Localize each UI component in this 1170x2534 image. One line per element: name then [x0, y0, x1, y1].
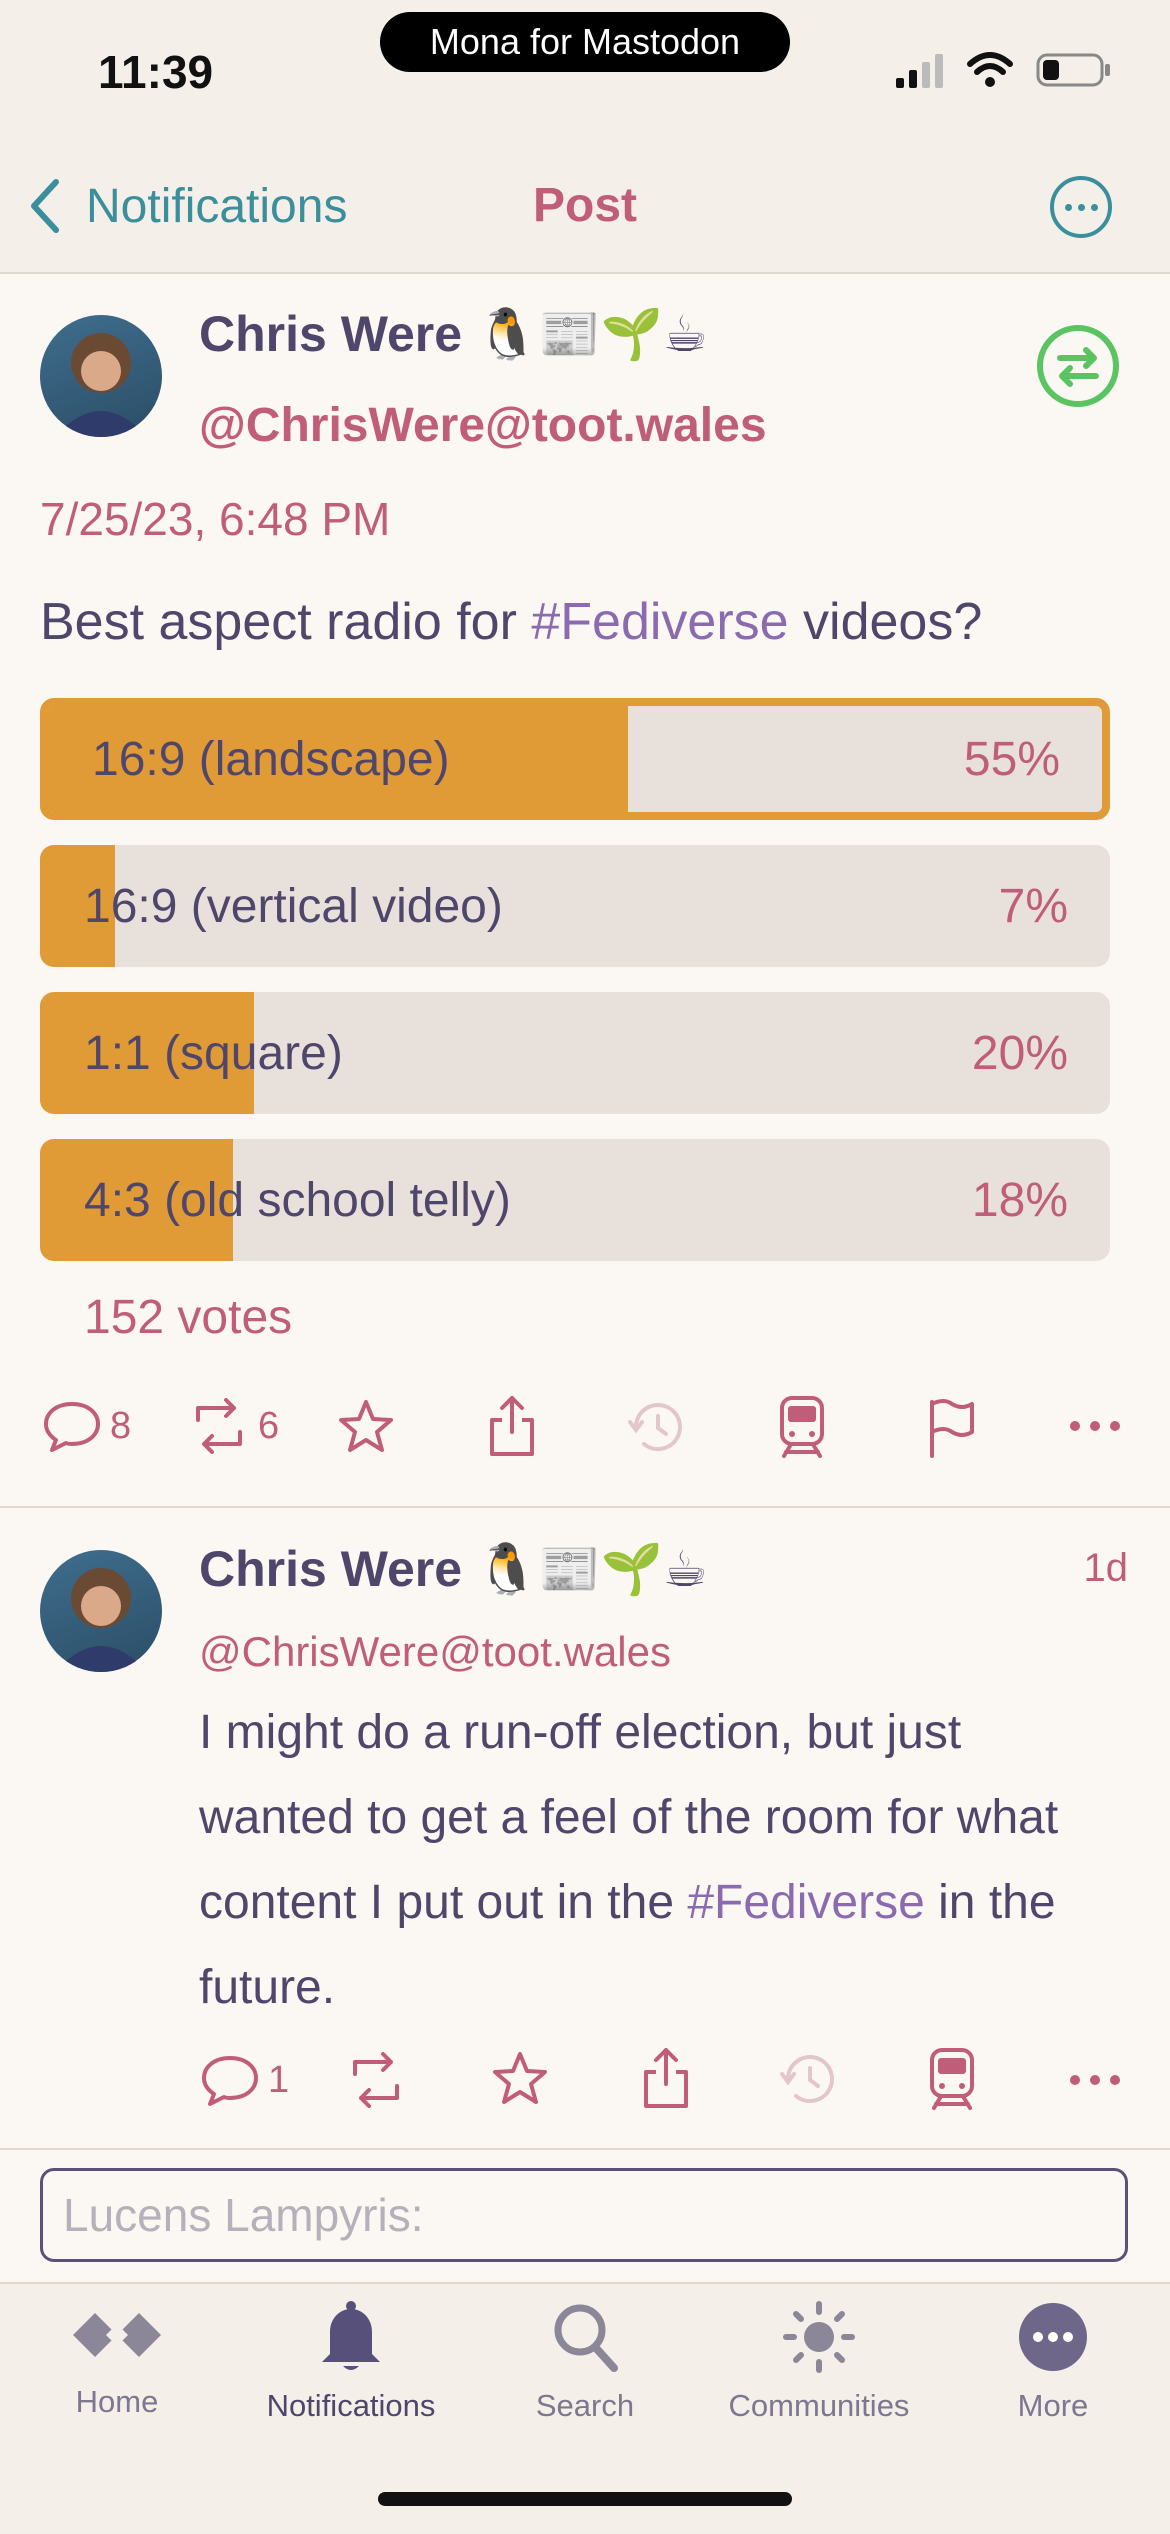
avatar-image	[55, 333, 147, 437]
poll-option-percent: 7%	[998, 879, 1068, 933]
reply-content: I might do a run-off election, but just …	[199, 1690, 1119, 2030]
boost-button[interactable]: 6	[188, 1398, 279, 1454]
battery-icon	[1036, 53, 1110, 87]
avatar[interactable]	[40, 315, 162, 437]
reply-author-handle[interactable]: @ChrisWere@toot.wales	[199, 1628, 671, 1676]
boost-indicator-icon	[1037, 325, 1119, 407]
poll-option[interactable]: 16:9 (landscape) 55%	[40, 698, 1110, 820]
poll-option-percent: 55%	[963, 732, 1060, 786]
poll-option-label: 16:9 (landscape)	[92, 732, 450, 786]
status-icons	[894, 52, 1112, 88]
history-icon[interactable]	[780, 2050, 840, 2110]
poll-option[interactable]: 4:3 (old school telly) 18%	[40, 1139, 1110, 1261]
reply-icon	[202, 2056, 258, 2106]
history-icon[interactable]	[628, 1398, 688, 1458]
poll-option-label: 4:3 (old school telly)	[84, 1173, 511, 1227]
boost-icon	[196, 1398, 242, 1454]
dot	[1090, 203, 1098, 211]
more-icon	[1019, 2303, 1087, 2371]
poll-vote-count: 152 votes	[84, 1291, 293, 1344]
favorite-icon[interactable]	[490, 2050, 550, 2108]
post-content: Best aspect radio for #Fediverse videos?	[40, 592, 982, 652]
sun-icon	[783, 2301, 855, 2373]
boost-count: 6	[258, 1404, 280, 1447]
dot	[1077, 203, 1085, 211]
compose-input[interactable]	[43, 2171, 1125, 2259]
tab-home[interactable]: Home	[0, 2300, 234, 2420]
author-name[interactable]: Chris Were 🐧📰🌱☕	[199, 305, 708, 364]
reply-count: 8	[110, 1404, 132, 1447]
wifi-icon	[967, 52, 1013, 87]
app-pill-label: Mona for Mastodon	[429, 21, 741, 62]
tab-label: Notifications	[266, 2388, 436, 2423]
bell-icon	[322, 2301, 380, 2370]
author-handle[interactable]: @ChrisWere@toot.wales	[199, 398, 767, 453]
status-time: 11:39	[98, 46, 214, 98]
reply-button[interactable]: 1	[200, 2052, 289, 2108]
page-title: Post	[532, 179, 637, 232]
poll-option-label: 1:1 (square)	[84, 1026, 343, 1080]
share-icon[interactable]	[484, 1394, 540, 1458]
divider	[0, 2148, 1170, 2150]
divider	[0, 1506, 1170, 1508]
more-actions-icon[interactable]	[1068, 2072, 1122, 2088]
more-options-button[interactable]	[1050, 176, 1112, 238]
poll-option-percent: 18%	[971, 1173, 1068, 1227]
tab-communities[interactable]: Communities	[702, 2300, 936, 2424]
home-indicator	[378, 2492, 792, 2506]
poll-option[interactable]: 16:9 (vertical video) 7%	[40, 845, 1110, 967]
share-icon[interactable]	[638, 2046, 694, 2110]
boost-icon[interactable]	[345, 2052, 407, 2108]
train-icon[interactable]	[776, 1394, 828, 1460]
reply-icon	[44, 1402, 100, 1452]
post-date: 7/25/23, 6:48 PM	[40, 493, 391, 545]
reply-count: 1	[268, 2058, 290, 2101]
tab-notifications[interactable]: Notifications	[234, 2300, 468, 2424]
tab-more[interactable]: More	[936, 2300, 1170, 2424]
app-pill: Mona for Mastodon	[380, 12, 790, 72]
train-icon[interactable]	[926, 2046, 978, 2112]
report-flag-icon[interactable]	[926, 1398, 976, 1458]
reply-author-name[interactable]: Chris Were 🐧📰🌱☕	[199, 1540, 708, 1599]
post-text: videos?	[788, 593, 983, 651]
poll-option-percent: 20%	[971, 1026, 1068, 1080]
avatar-image	[55, 1568, 147, 1672]
home-icon	[73, 2313, 161, 2357]
post-text: Best aspect radio for	[40, 593, 532, 651]
tab-label: More	[1017, 2388, 1089, 2423]
signal-icon	[896, 54, 943, 88]
tab-label: Home	[75, 2384, 159, 2419]
reply-timestamp: 1d	[1083, 1546, 1129, 1590]
poll-option[interactable]: 1:1 (square) 20%	[40, 992, 1110, 1114]
tab-search[interactable]: Search	[468, 2300, 702, 2424]
poll-option-label: 16:9 (vertical video)	[84, 879, 503, 933]
tab-label: Communities	[728, 2388, 910, 2423]
favorite-icon[interactable]	[336, 1398, 396, 1456]
avatar[interactable]	[40, 1550, 162, 1672]
reply-button[interactable]: 8	[42, 1398, 131, 1454]
dot	[1064, 203, 1072, 211]
hashtag-link[interactable]: #Fediverse	[531, 593, 788, 651]
tab-label: Search	[535, 2388, 635, 2423]
hashtag-link[interactable]: #Fediverse	[687, 1876, 924, 1929]
search-icon	[554, 2304, 618, 2372]
compose-reply-field[interactable]	[40, 2168, 1128, 2262]
more-actions-icon[interactable]	[1068, 1418, 1122, 1434]
